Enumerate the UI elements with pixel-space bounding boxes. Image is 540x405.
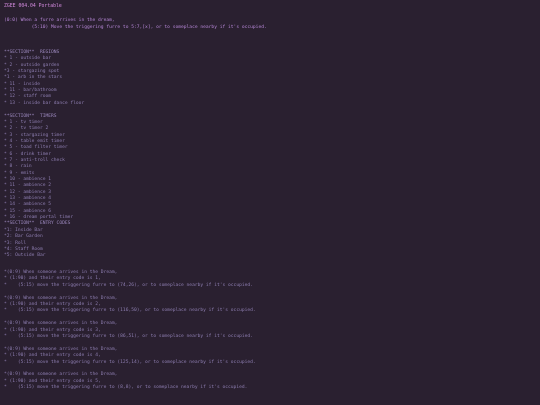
code-line: * (5:15) move the triggering furre to (8…	[4, 385, 248, 391]
code-line: *5: Outside Bar	[4, 253, 46, 259]
code-line: *(0:9) When someone arrives in the Dream…	[4, 321, 118, 327]
code-line: * 12 - staff room	[4, 94, 52, 100]
code-line: * 2 - tv timer 2	[4, 126, 49, 132]
code-line: * 6 - drink timer	[4, 151, 52, 157]
code-editor[interactable]: ZGEE 004.04 Portable (0:0) When a furre …	[0, 0, 540, 405]
code-line: * 14 - ambience 5	[4, 202, 52, 208]
code-line: *3: Roll	[4, 240, 27, 246]
code-line: * (1:90) and their entry code is 1,	[4, 276, 101, 282]
code-line: * (1:90) and their entry code is 4,	[4, 353, 101, 359]
code-line: *(0:9) When someone arrives in the Dream…	[4, 295, 118, 301]
code-line: (0:0) When a furre arrives in the dream,	[4, 18, 115, 23]
code-line: *1 - arb in the stars	[4, 75, 63, 81]
code-line: * 5 - toad filter timer	[4, 145, 68, 151]
code-line: **SECTION** ENTRY CODES	[4, 221, 71, 227]
window-title: ZGEE 004.04 Portable	[4, 4, 62, 9]
code-line: * 3 - stargazing timer	[4, 132, 65, 138]
code-line: (5:10) Move the triggering furre to 5:7,…	[4, 24, 267, 30]
code-line: * 13 - inside bar dance floor	[4, 100, 85, 106]
code-line: * 1 - outside bar	[4, 56, 52, 62]
code-line: *2: Bar Garden	[4, 234, 43, 240]
code-line: * 8 - rain	[4, 164, 32, 170]
code-line: * (1:90) and their entry code is 3,	[4, 327, 101, 333]
code-line: * (5:15) move the triggering furre to (7…	[4, 282, 253, 288]
code-line: * 11 - ambience 2	[4, 183, 52, 189]
code-line: **SECTION** TIMERS	[4, 113, 57, 119]
code-line: * (5:15) move the triggering furre to (1…	[4, 359, 256, 365]
code-line: *(0:9) When someone arrives in the Dream…	[4, 372, 118, 378]
code-line: * (5:15) move the triggering furre to (8…	[4, 334, 253, 339]
code-line: * 9 - emits	[4, 170, 35, 176]
code-line: * (5:15) move the triggering furre to (1…	[4, 308, 256, 314]
